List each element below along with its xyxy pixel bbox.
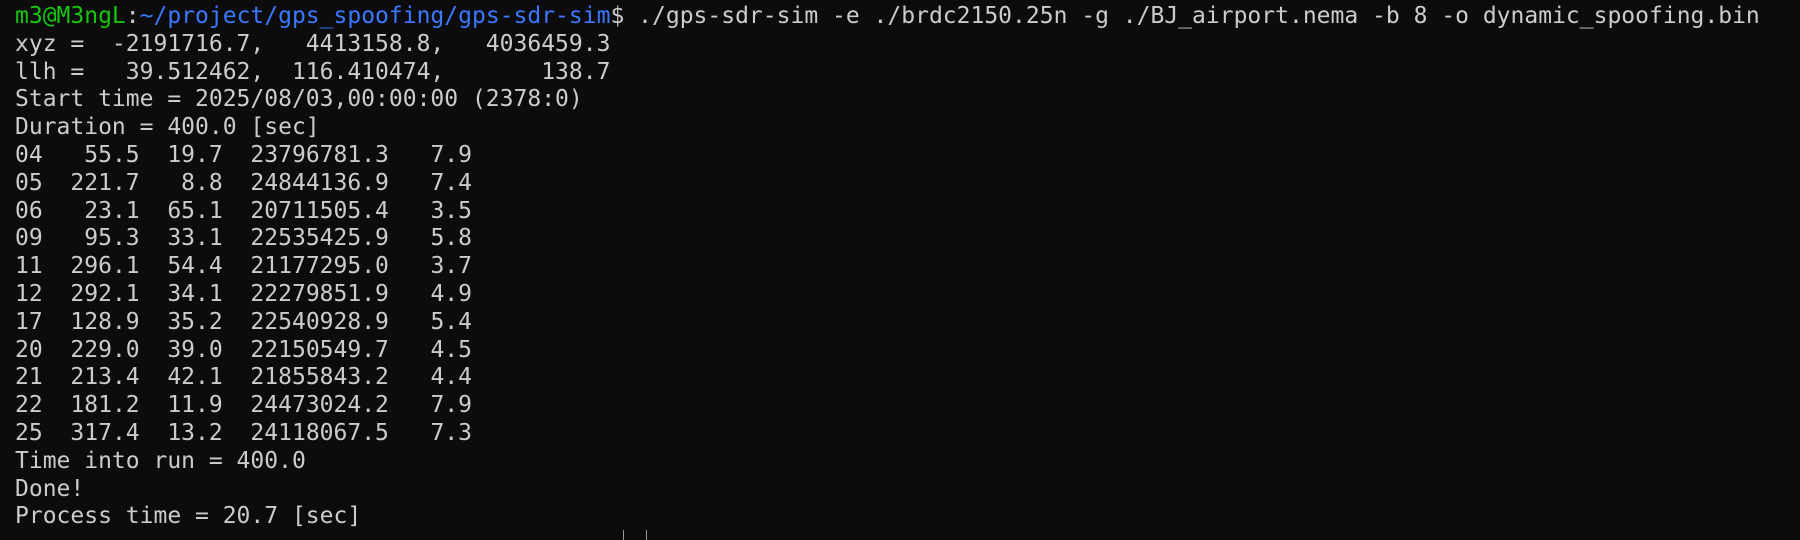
satellite-row: 17 128.9 35.2 22540928.9 5.4 [15, 309, 1795, 337]
satellite-elevation: 35.2 [139, 308, 223, 335]
satellite-azimuth: 221.7 [42, 169, 140, 196]
satellite-iono: 3.5 [388, 197, 472, 224]
satellite-range: 22535425.9 [222, 225, 389, 252]
satellite-row: 04 55.5 19.7 23796781.3 7.9 [15, 142, 1795, 170]
satellite-azimuth: 317.4 [42, 419, 140, 446]
satellite-range: 21855843.2 [222, 364, 389, 391]
text-cursor-mark [646, 530, 647, 540]
satellite-elevation: 34.1 [139, 280, 223, 307]
terminal-window[interactable]: m3@M3ngL:~/project/gps_spoofing/gps-sdr-… [0, 0, 1800, 540]
satellite-elevation: 19.7 [139, 141, 223, 168]
prompt-user-host: m3@M3ngL [15, 3, 126, 29]
satellite-iono: 4.5 [388, 336, 472, 363]
satellite-iono: 5.4 [388, 308, 472, 335]
process-time-line: Process time = 20.7 [sec] [15, 503, 362, 530]
satellite-range: 23796781.3 [222, 141, 389, 168]
satellite-azimuth: 23.1 [42, 197, 140, 224]
satellite-row: 11 296.1 54.4 21177295.0 3.7 [15, 253, 1795, 281]
time-into-run-line: Time into run = 400.0 [15, 447, 306, 474]
satellite-iono: 3.7 [388, 253, 472, 280]
satellite-range: 21177295.0 [222, 253, 389, 280]
satellite-azimuth: 296.1 [42, 253, 140, 280]
satellite-azimuth: 229.0 [42, 336, 140, 363]
satellite-iono: 7.3 [388, 419, 472, 446]
satellite-range: 22540928.9 [222, 308, 389, 335]
satellite-range: 24118067.5 [222, 419, 389, 446]
satellite-iono: 5.8 [388, 225, 472, 252]
command-text: ./gps-sdr-sim -e ./brdc2150.25n -g ./BJ_… [624, 3, 1760, 29]
satellite-range: 22279851.9 [222, 280, 389, 307]
satellite-azimuth: 213.4 [42, 364, 140, 391]
satellite-elevation: 8.8 [139, 169, 223, 196]
satellite-range: 22150549.7 [222, 336, 389, 363]
prompt-line: m3@M3ngL:~/project/gps_spoofing/gps-sdr-… [15, 3, 1795, 31]
satellite-azimuth: 181.2 [42, 392, 140, 419]
satellite-elevation: 42.1 [139, 364, 223, 391]
satellite-range: 24473024.2 [222, 392, 389, 419]
satellite-prn: 09 [15, 225, 43, 252]
satellite-iono: 4.4 [388, 364, 472, 391]
satellite-elevation: 54.4 [139, 253, 223, 280]
done-line: Done! [15, 475, 85, 502]
satellite-prn: 05 [15, 169, 43, 196]
satellite-row: 09 95.3 33.1 22535425.9 5.8 [15, 225, 1795, 253]
satellite-prn: 20 [15, 336, 43, 363]
text-cursor-mark [623, 530, 624, 540]
satellite-prn: 25 [15, 419, 43, 446]
satellite-elevation: 11.9 [139, 392, 223, 419]
satellite-row: 05 221.7 8.8 24844136.9 7.4 [15, 170, 1795, 198]
satellite-row: 25 317.4 13.2 24118067.5 7.3 [15, 420, 1795, 448]
satellite-row: 12 292.1 34.1 22279851.9 4.9 [15, 281, 1795, 309]
xyz-line: xyz = -2191716.7, 4413158.8, 4036459.3 [15, 30, 611, 57]
satellite-row: 20 229.0 39.0 22150549.7 4.5 [15, 337, 1795, 365]
prompt-symbol: $ [610, 3, 625, 29]
satellite-azimuth: 128.9 [42, 308, 140, 335]
satellite-iono: 7.4 [388, 169, 472, 196]
satellite-prn: 21 [15, 364, 43, 391]
satellite-row: 21 213.4 42.1 21855843.2 4.4 [15, 364, 1795, 392]
satellite-prn: 17 [15, 308, 43, 335]
satellite-azimuth: 55.5 [42, 141, 140, 168]
satellite-row: 22 181.2 11.9 24473024.2 7.9 [15, 392, 1795, 420]
satellite-range: 24844136.9 [222, 169, 389, 196]
satellite-prn: 11 [15, 253, 43, 280]
satellite-row: 06 23.1 65.1 20711505.4 3.5 [15, 198, 1795, 226]
prompt-path: ~/project/gps_spoofing/gps-sdr-sim [139, 3, 611, 29]
satellite-iono: 7.9 [388, 141, 472, 168]
satellite-prn: 22 [15, 392, 43, 419]
satellite-prn: 04 [15, 141, 43, 168]
satellite-elevation: 65.1 [139, 197, 223, 224]
satellite-iono: 7.9 [388, 392, 472, 419]
satellite-elevation: 33.1 [139, 225, 223, 252]
satellite-elevation: 39.0 [139, 336, 223, 363]
satellite-prn: 12 [15, 280, 43, 307]
satellite-elevation: 13.2 [139, 419, 223, 446]
satellite-azimuth: 292.1 [42, 280, 140, 307]
satellite-range: 20711505.4 [222, 197, 389, 224]
satellite-prn: 06 [15, 197, 43, 224]
satellite-iono: 4.9 [388, 280, 472, 307]
duration-line: Duration = 400.0 [sec] [15, 114, 320, 141]
satellite-table: 04 55.5 19.7 23796781.3 7.9 05 221.7 8.8 … [15, 142, 1795, 448]
satellite-azimuth: 95.3 [42, 225, 140, 252]
terminal-output: m3@M3ngL:~/project/gps_spoofing/gps-sdr-… [15, 3, 1795, 531]
llh-line: llh = 39.512462, 116.410474, 138.7 [15, 58, 611, 85]
start-time-line: Start time = 2025/08/03,00:00:00 (2378:0… [15, 86, 583, 113]
prompt-colon: : [125, 3, 140, 29]
